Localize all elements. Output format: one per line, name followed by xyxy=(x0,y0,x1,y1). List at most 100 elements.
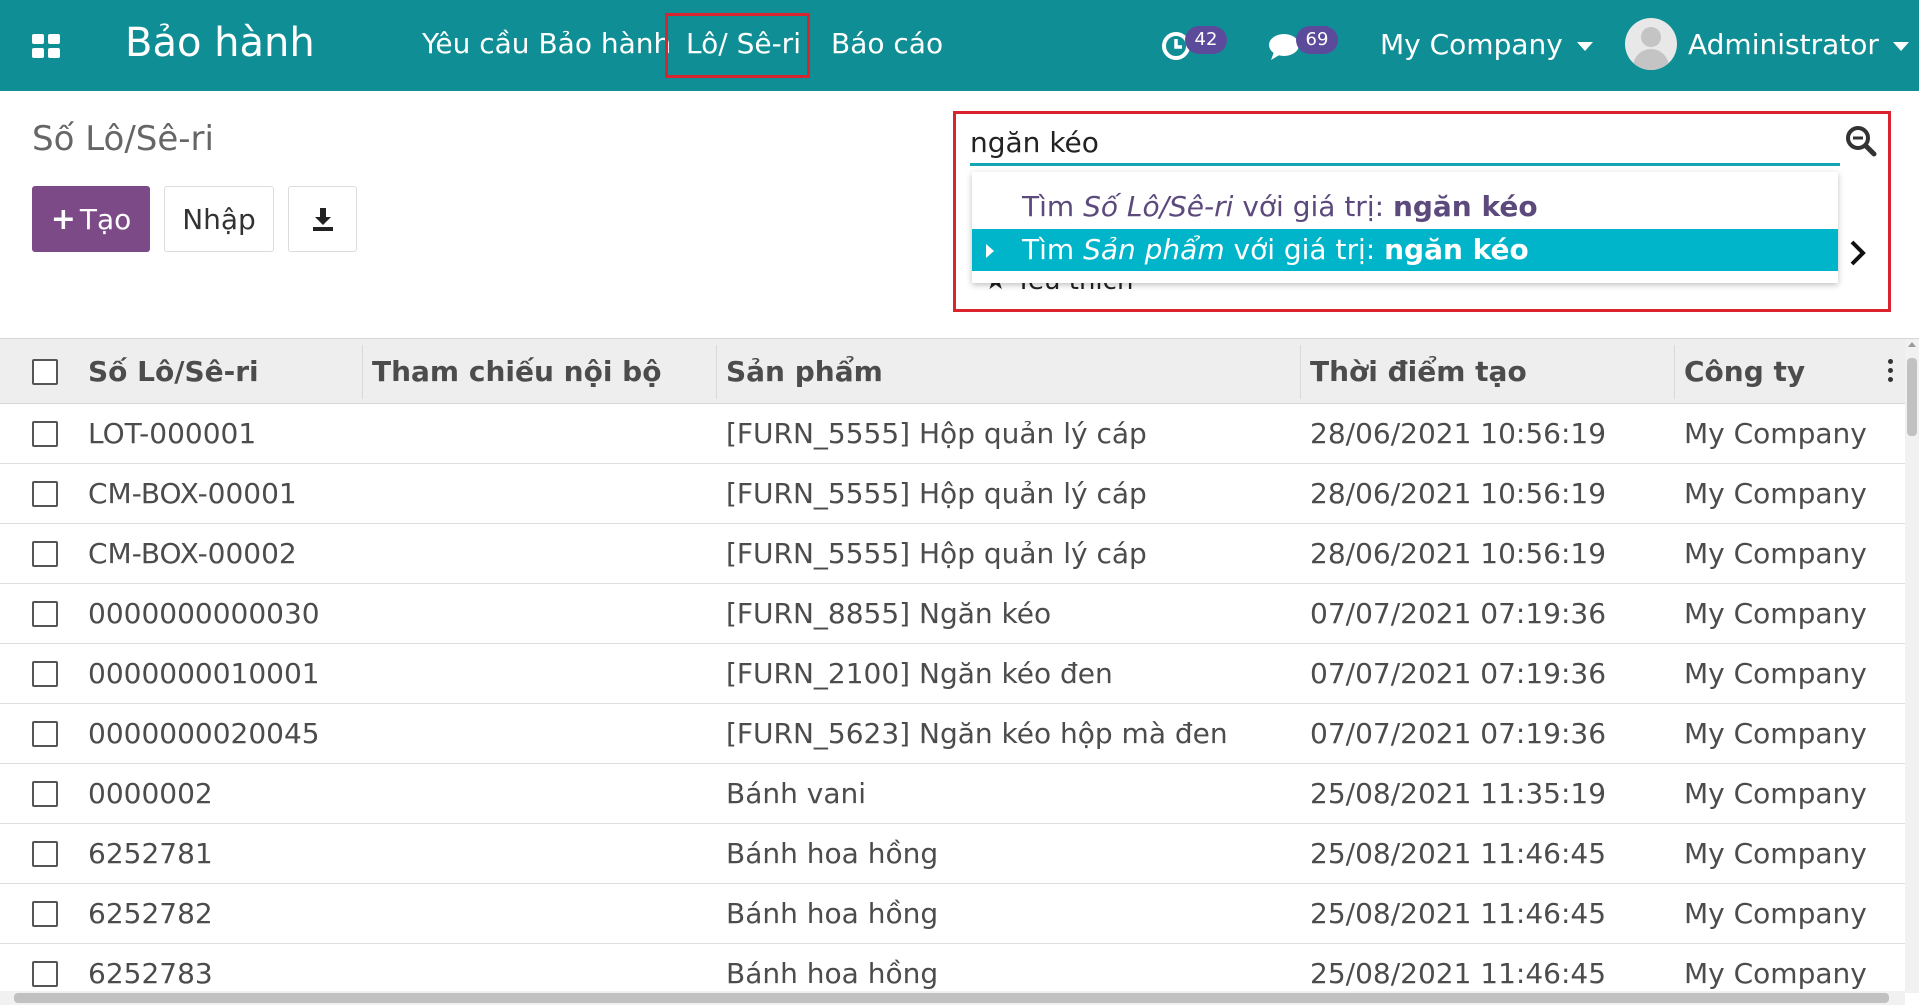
cell-product: [FURN_5623] Ngăn kéo hộp mà đen xyxy=(726,717,1228,750)
table-row[interactable]: 0000002 Bánh vani 25/08/2021 11:35:19 My Co… xyxy=(0,764,1919,824)
cell-created-on: 25/08/2021 11:35:19 xyxy=(1310,777,1607,810)
row-checkbox[interactable] xyxy=(32,601,58,627)
message-count-badge: 69 xyxy=(1296,26,1338,54)
row-checkbox[interactable] xyxy=(32,901,58,927)
user-menu[interactable]: Administrator xyxy=(1688,28,1909,61)
select-all-checkbox[interactable] xyxy=(32,359,58,385)
cell-company: My Company xyxy=(1684,717,1867,750)
table-header: Số Lô/Sê-ri Tham chiếu nội bộ Sản phẩm T… xyxy=(0,338,1919,404)
table-row[interactable]: CM-BOX-00002 [FURN_5555] Hộp quản lý cáp 2… xyxy=(0,524,1919,584)
search-option-lot-serial[interactable]: Tìm Số Lô/Sê-ri với giá trị: ngăn kéo xyxy=(972,186,1838,228)
cell-created-on: 07/07/2021 07:19:36 xyxy=(1310,657,1607,690)
table-row[interactable]: 0000000010001 [FURN_2100] Ngăn kéo đen 07/… xyxy=(0,644,1919,704)
chevron-down-icon xyxy=(1576,41,1593,51)
row-checkbox[interactable] xyxy=(32,481,58,507)
column-header-product[interactable]: Sản phẩm xyxy=(726,339,883,405)
cell-product: [FURN_5555] Hộp quản lý cáp xyxy=(726,537,1147,570)
row-checkbox[interactable] xyxy=(32,661,58,687)
cell-created-on: 07/07/2021 07:19:36 xyxy=(1310,717,1607,750)
cell-company: My Company xyxy=(1684,537,1867,570)
menu-reports[interactable]: Báo cáo xyxy=(831,27,943,60)
row-checkbox[interactable] xyxy=(32,541,58,567)
table-row[interactable]: 6252782 Bánh hoa hồng 25/08/2021 11:46:45 M… xyxy=(0,884,1919,944)
scroll-up-arrow-icon[interactable] xyxy=(1908,342,1916,347)
cell-lot-serial: 6252781 xyxy=(88,837,213,870)
avatar[interactable] xyxy=(1625,18,1677,70)
create-button-label: Tạo xyxy=(79,202,132,236)
horizontal-scrollbar[interactable] xyxy=(0,991,1905,1005)
row-checkbox[interactable] xyxy=(32,721,58,747)
cell-product: Bánh hoa hồng xyxy=(726,837,939,870)
apps-menu-icon[interactable] xyxy=(32,34,60,58)
cell-created-on: 28/06/2021 10:56:19 xyxy=(1310,477,1607,510)
cell-company: My Company xyxy=(1684,837,1867,870)
cell-company: My Company xyxy=(1684,777,1867,810)
cell-product: Bánh hoa hồng xyxy=(726,897,939,930)
cell-lot-serial: CM-BOX-00002 xyxy=(88,537,297,570)
cell-product: [FURN_5555] Hộp quản lý cáp xyxy=(726,417,1147,450)
row-checkbox[interactable] xyxy=(32,781,58,807)
column-header-internal-ref[interactable]: Tham chiếu nội bộ xyxy=(372,339,661,405)
chevron-right-icon[interactable] xyxy=(1846,238,1870,268)
download-icon xyxy=(312,208,333,231)
table-row[interactable]: CM-BOX-00001 [FURN_5555] Hộp quản lý cáp 2… xyxy=(0,464,1919,524)
table-row[interactable]: 6252781 Bánh hoa hồng 25/08/2021 11:46:45 M… xyxy=(0,824,1919,884)
menu-warranty-requests[interactable]: Yêu cầu Bảo hành xyxy=(422,27,671,60)
cell-created-on: 25/08/2021 11:46:45 xyxy=(1310,837,1607,870)
vertical-scrollbar[interactable] xyxy=(1905,340,1919,993)
cell-company: My Company xyxy=(1684,477,1867,510)
cell-lot-serial: LOT-000001 xyxy=(88,417,257,450)
column-header-company[interactable]: Công ty xyxy=(1684,339,1805,405)
row-checkbox[interactable] xyxy=(32,841,58,867)
company-name: My Company xyxy=(1380,28,1563,61)
cell-company: My Company xyxy=(1684,957,1867,990)
page-title: Số Lô/Sê-ri xyxy=(32,119,214,159)
cell-lot-serial: 0000000020045 xyxy=(88,717,320,750)
cell-company: My Company xyxy=(1684,597,1867,630)
cell-product: Bánh vani xyxy=(726,777,867,810)
row-checkbox[interactable] xyxy=(32,421,58,447)
caret-right-icon xyxy=(986,244,994,258)
import-button[interactable]: Nhập xyxy=(164,186,274,252)
cell-created-on: 25/08/2021 11:46:45 xyxy=(1310,957,1607,990)
cell-lot-serial: 0000002 xyxy=(88,777,213,810)
cell-lot-serial: 0000000010001 xyxy=(88,657,320,690)
export-button[interactable] xyxy=(288,186,357,252)
user-name: Administrator xyxy=(1688,28,1879,61)
column-header-lot-serial[interactable]: Số Lô/Sê-ri xyxy=(88,339,259,405)
column-options-icon[interactable] xyxy=(1888,359,1894,385)
table-row[interactable]: LOT-000001 [FURN_5555] Hộp quản lý cáp 28/… xyxy=(0,404,1919,464)
table-row[interactable]: 0000000020045 [FURN_5623] Ngăn kéo hộp mà… xyxy=(0,704,1919,764)
chevron-down-icon xyxy=(1892,41,1909,51)
cell-lot-serial: CM-BOX-00001 xyxy=(88,477,297,510)
plus-icon: + xyxy=(50,201,76,237)
cell-product: Bánh hoa hồng xyxy=(726,957,939,990)
search-input[interactable] xyxy=(970,122,1840,166)
column-header-created-on[interactable]: Thời điểm tạo xyxy=(1310,339,1527,405)
cell-lot-serial: 6252783 xyxy=(88,957,213,990)
activity-count-badge: 42 xyxy=(1185,26,1227,54)
cell-created-on: 07/07/2021 07:19:36 xyxy=(1310,597,1607,630)
table-row[interactable]: 6252783 Bánh hoa hồng 25/08/2021 11:46:45 M… xyxy=(0,944,1919,993)
cell-product: [FURN_8855] Ngăn kéo xyxy=(726,597,1052,630)
search-icon[interactable] xyxy=(1845,125,1877,157)
cell-lot-serial: 0000000000030 xyxy=(88,597,320,630)
create-button[interactable]: + Tạo xyxy=(32,186,150,252)
company-switcher[interactable]: My Company xyxy=(1380,28,1593,61)
annotation-highlight-menu xyxy=(665,13,810,78)
cell-created-on: 28/06/2021 10:56:19 xyxy=(1310,537,1607,570)
search-option-product[interactable]: Tìm Sản phẩm với giá trị: ngăn kéo xyxy=(972,229,1838,271)
table-row[interactable]: 0000000000030 [FURN_8855] Ngăn kéo 07/07/2… xyxy=(0,584,1919,644)
cell-created-on: 25/08/2021 11:46:45 xyxy=(1310,897,1607,930)
cell-created-on: 28/06/2021 10:56:19 xyxy=(1310,417,1607,450)
import-button-label: Nhập xyxy=(182,202,256,236)
cell-lot-serial: 6252782 xyxy=(88,897,213,930)
app-title[interactable]: Bảo hành xyxy=(125,20,315,66)
cell-product: [FURN_2100] Ngăn kéo đen xyxy=(726,657,1113,690)
lots-table: Số Lô/Sê-ri Tham chiếu nội bộ Sản phẩm T… xyxy=(0,338,1919,993)
cell-company: My Company xyxy=(1684,897,1867,930)
cell-company: My Company xyxy=(1684,657,1867,690)
top-navbar: Bảo hành Yêu cầu Bảo hành Lô/ Sê-ri Báo … xyxy=(0,0,1919,91)
row-checkbox[interactable] xyxy=(32,961,58,987)
cell-company: My Company xyxy=(1684,417,1867,450)
